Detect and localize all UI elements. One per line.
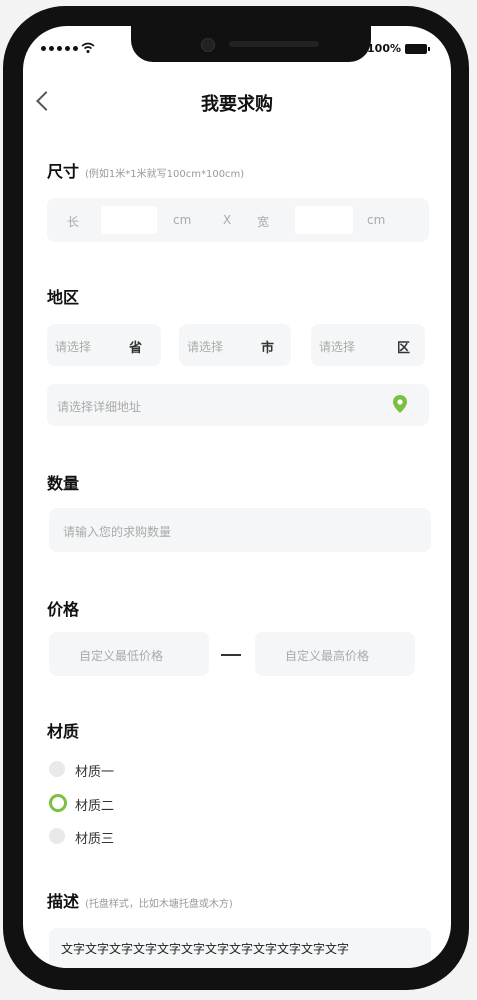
district-select[interactable]: 请选择 区 — [311, 324, 425, 366]
quantity-label: 数量 — [47, 474, 80, 493]
screen: 100% 我要求购 尺寸 (例如1米*1米就写100cm*100cm) 长 cm … — [23, 26, 451, 968]
min-price-input[interactable]: 自定义最低价格 — [49, 632, 209, 676]
location-pin-icon[interactable] — [393, 395, 407, 417]
size-hint: (例如1米*1米就写100cm*100cm) — [85, 169, 245, 180]
material-three-label: 材质三 — [75, 832, 115, 847]
times-sign: X — [223, 213, 232, 227]
province-select[interactable]: 请选择 省 — [47, 324, 161, 366]
material-one-label: 材质一 — [75, 765, 115, 780]
district-label: 区 — [397, 341, 411, 356]
battery-icon — [405, 44, 430, 54]
description-textarea[interactable]: 文字文字文字文字文字文字文字文字文字文字文字文字 — [49, 928, 431, 968]
material-label: 材质 — [47, 722, 80, 741]
material-two-radio[interactable] — [49, 794, 67, 812]
width-unit: cm — [367, 213, 386, 227]
length-unit: cm — [173, 213, 192, 227]
size-label: 尺寸 (例如1米*1米就写100cm*100cm) — [47, 162, 245, 181]
province-label: 省 — [129, 341, 143, 356]
price-label: 价格 — [47, 600, 80, 619]
battery-percent: 100% — [367, 42, 401, 55]
nav-bar: 我要求购 — [23, 90, 451, 126]
material-two-label: 材质二 — [75, 799, 115, 814]
city-select[interactable]: 请选择 市 — [179, 324, 291, 366]
max-price-input[interactable]: 自定义最高价格 — [255, 632, 415, 676]
description-hint: (托盘样式，比如木塘托盘或木方) — [85, 899, 233, 910]
region-label: 地区 — [47, 288, 80, 307]
signal-icon — [41, 46, 78, 51]
page-title: 我要求购 — [201, 94, 273, 115]
city-label: 市 — [261, 341, 275, 356]
description-text: 文字文字文字文字文字文字文字文字文字文字文字文字 — [61, 942, 350, 956]
detail-address-input[interactable]: 请选择详细地址 — [47, 384, 429, 426]
length-label: 长 — [67, 215, 80, 229]
price-dash — [221, 654, 241, 656]
quantity-input[interactable]: 请输入您的求购数量 — [49, 508, 431, 552]
length-input[interactable] — [101, 206, 157, 234]
wifi-icon — [81, 42, 95, 57]
size-row: 长 cm X 宽 cm — [47, 198, 429, 242]
status-bar: 100% — [41, 40, 433, 60]
phone-frame: 100% 我要求购 尺寸 (例如1米*1米就写100cm*100cm) 长 cm … — [3, 6, 469, 990]
material-one-radio[interactable] — [49, 761, 65, 777]
description-label: 描述 (托盘样式，比如木塘托盘或木方) — [47, 892, 233, 911]
width-input[interactable] — [295, 206, 353, 234]
material-three-radio[interactable] — [49, 828, 65, 844]
width-label: 宽 — [257, 215, 270, 229]
